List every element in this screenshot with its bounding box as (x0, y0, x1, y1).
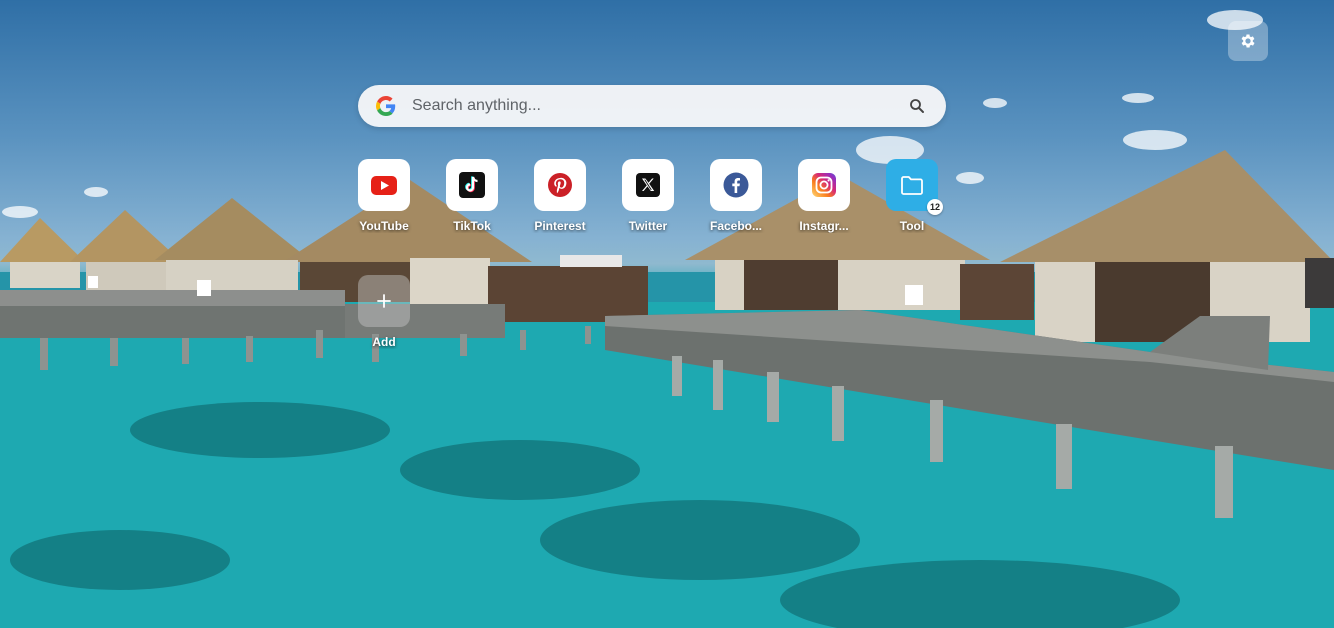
add-shortcut-button[interactable]: Add (358, 275, 410, 349)
pinterest-icon (548, 173, 572, 197)
folder-icon (901, 176, 923, 195)
youtube-icon (371, 175, 397, 195)
instagram-icon (812, 173, 836, 197)
shortcut-instagram[interactable]: Instagr... (798, 159, 850, 233)
x-icon (636, 173, 660, 197)
shortcut-icon-box (798, 159, 850, 211)
settings-button[interactable] (1228, 21, 1268, 61)
plus-icon (377, 294, 391, 308)
shortcut-icon-box (622, 159, 674, 211)
shortcut-label: YouTube (359, 219, 409, 233)
shortcut-icon-box (358, 275, 410, 327)
search-bar (358, 85, 946, 127)
shortcut-label: Tool (899, 219, 925, 233)
shortcut-icon-box: 12 (886, 159, 943, 215)
shortcut-tool-folder[interactable]: 12 Tool (886, 159, 943, 233)
shortcut-label: TikTok (453, 219, 491, 233)
google-logo-icon (376, 96, 396, 116)
shortcut-pinterest[interactable]: Pinterest (534, 159, 586, 233)
shortcut-twitter[interactable]: Twitter (622, 159, 674, 233)
folder-count-badge: 12 (927, 199, 943, 215)
search-input[interactable] (410, 85, 908, 127)
shortcut-label: Instagr... (799, 219, 849, 233)
gear-icon (1241, 34, 1255, 48)
shortcut-tiktok[interactable]: TikTok (446, 159, 498, 233)
shortcut-facebook[interactable]: Facebo... (710, 159, 762, 233)
shortcut-icon-box (358, 159, 410, 211)
shortcut-label: Facebo... (709, 219, 762, 233)
facebook-icon (723, 172, 749, 198)
search-icon[interactable] (908, 97, 926, 115)
shortcut-label: Pinterest (534, 219, 586, 233)
shortcut-label: Twitter (628, 219, 668, 233)
shortcut-icon-box (446, 159, 498, 211)
shortcut-icon-box (710, 159, 762, 211)
shortcut-youtube[interactable]: YouTube (358, 159, 410, 233)
tiktok-icon (459, 172, 485, 198)
add-shortcut-label: Add (372, 335, 396, 349)
shortcut-icon-box (534, 159, 586, 211)
